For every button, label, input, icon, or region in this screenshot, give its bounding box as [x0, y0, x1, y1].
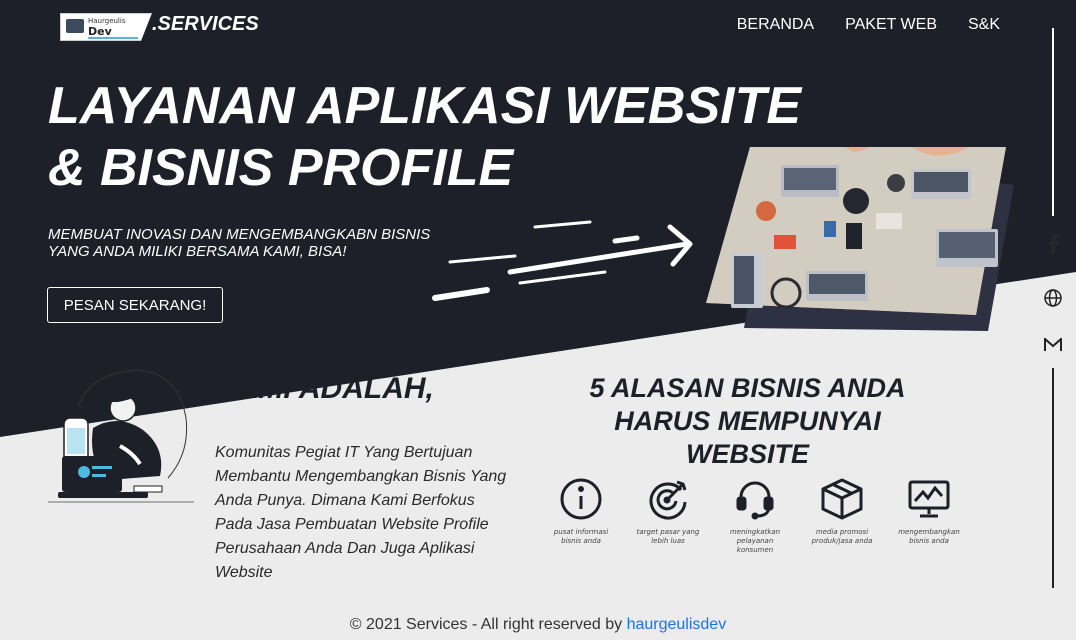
reason-label-line1: pusat informasi	[553, 528, 609, 536]
logo[interactable]: Haurgeulis Dev	[60, 13, 152, 41]
logo-underline	[88, 37, 138, 39]
presentation-chart-icon	[908, 480, 950, 518]
reason-item: pusat informasi bisnis anda	[545, 476, 617, 555]
developer-illustration	[48, 369, 194, 503]
nav-beranda[interactable]: BERANDA	[737, 16, 814, 34]
gmail-icon[interactable]	[1043, 335, 1063, 355]
reason-label-line1: meningkatkan	[729, 528, 781, 536]
about-description: Komunitas Pegiat IT Yang Bertujuan Memba…	[215, 444, 507, 581]
reason-label-line1: target pasar yang	[636, 528, 700, 536]
team-working-photo	[706, 147, 1014, 331]
side-line-top	[1052, 28, 1054, 216]
reasons-title-line2: HARUS MEMPUNYAI	[614, 406, 881, 436]
reason-label-line1: mengembangkan	[898, 528, 960, 536]
reason-item: mengembangkan bisnis anda	[893, 476, 965, 555]
target-icon	[649, 480, 687, 520]
reason-label-line2: produk/jasa anda	[811, 537, 873, 545]
reason-label-line1: media promosi	[815, 528, 869, 536]
logo-line1: Haurgeulis	[88, 17, 126, 25]
reason-label-line2: bisnis anda	[909, 537, 949, 545]
brand-name[interactable]: .SERVICES	[152, 13, 259, 36]
footer: © 2021 Services - All right reserved by …	[0, 616, 1076, 634]
reasons-title-line1: 5 ALASAN BISNIS ANDA	[589, 373, 906, 403]
side-line-bottom	[1052, 368, 1054, 588]
box-icon	[821, 478, 863, 520]
reason-item: meningkatkan pelayanan konsumen	[719, 476, 791, 555]
footer-author-link[interactable]: haurgeulisdev	[627, 616, 727, 633]
reason-label-line2: bisnis anda	[561, 537, 601, 545]
info-icon	[560, 478, 602, 520]
footer-text: © 2021 Services - All right reserved by	[349, 616, 627, 633]
hero-subtitle-line2: YANG ANDA MILIKI BERSAMA KAMI, BISA!	[48, 243, 347, 260]
order-now-button[interactable]: PESAN SEKARANG!	[47, 287, 223, 323]
hero-title-line2: & BISNIS PROFILE	[48, 139, 514, 197]
main-nav: BERANDA PAKET WEB S&K	[737, 16, 1000, 34]
hero-subtitle-line1: MEMBUAT INOVASI DAN MENGEMBANGKABN BISNI…	[48, 226, 431, 243]
reason-item: media promosi produk/jasa anda	[806, 476, 878, 555]
reasons-title: 5 ALASAN BISNIS ANDA HARUS MEMPUNYAI WEB…	[570, 372, 925, 471]
reason-item: target pasar yang lebih luas	[632, 476, 704, 555]
speed-arrow-illustration	[432, 220, 693, 301]
reasons-title-line3: WEBSITE	[685, 439, 809, 469]
reasons-list: pusat informasi bisnis anda target pasar …	[545, 476, 965, 555]
nav-paket-web[interactable]: PAKET WEB	[845, 16, 937, 34]
monitor-icon	[66, 19, 84, 33]
reason-label-line2: pelayanan konsumen	[736, 537, 774, 554]
headset-icon	[736, 481, 774, 520]
globe-icon[interactable]	[1043, 288, 1063, 308]
facebook-icon[interactable]	[1043, 234, 1063, 254]
reason-label-line2: lebih luas	[651, 537, 685, 545]
header: Haurgeulis Dev .SERVICES BERANDA PAKET W…	[0, 0, 1076, 50]
nav-snk[interactable]: S&K	[968, 16, 1000, 34]
hero-subtitle: MEMBUAT INOVASI DAN MENGEMBANGKABN BISNI…	[48, 226, 468, 260]
about-title: KAMI ADALAH,	[215, 372, 434, 405]
hero-title-line1: LAYANAN APLIKASI WEBSITE	[48, 77, 802, 135]
